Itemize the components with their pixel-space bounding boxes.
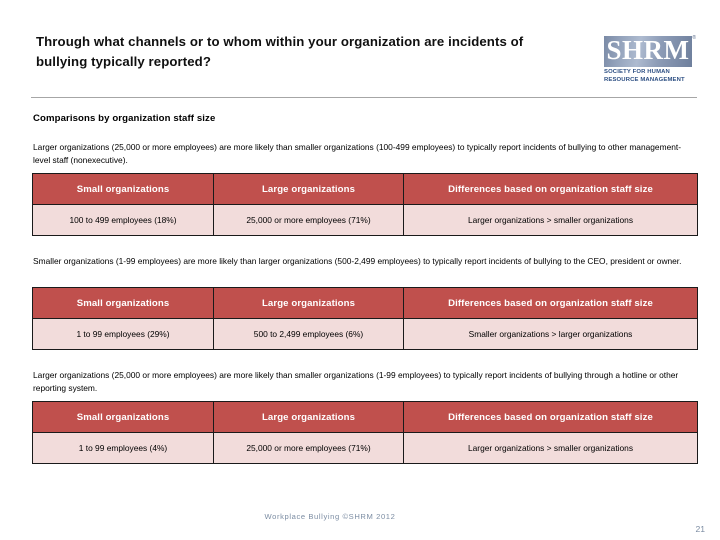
comparison-table-3: Small organizations Large organizations … <box>32 401 698 464</box>
comparison-intro-3: Larger organizations (25,000 or more emp… <box>33 370 679 393</box>
table-header-row: Small organizations Large organizations … <box>32 287 698 319</box>
table-row: 100 to 499 employees (18%) 25,000 or mor… <box>32 204 698 236</box>
section-heading: Comparisons by organization staff size <box>33 113 216 124</box>
cell-differences: Larger organizations > smaller organizat… <box>403 432 698 464</box>
shrm-logo-subtitle: Society for Human Resource Management <box>604 69 685 83</box>
cell-large-organizations: 500 to 2,499 employees (6%) <box>213 318 404 350</box>
column-header-large-organizations: Large organizations <box>213 173 404 205</box>
comparison-intro-1: Larger organizations (25,000 or more emp… <box>33 142 681 165</box>
column-header-differences: Differences based on organization staff … <box>403 401 698 433</box>
page-number: 21 <box>695 524 705 534</box>
slide-canvas: Through what channels or to whom within … <box>0 0 720 540</box>
table-header-row: Small organizations Large organizations … <box>32 173 698 205</box>
cell-small-organizations: 1 to 99 employees (29%) <box>32 318 214 350</box>
shrm-logo-mark: SHRM ® <box>604 35 696 67</box>
comparison-table-1: Small organizations Large organizations … <box>32 173 698 236</box>
cell-differences: Larger organizations > smaller organizat… <box>403 204 698 236</box>
table-row: 1 to 99 employees (4%) 25,000 or more em… <box>32 432 698 464</box>
cell-large-organizations: 25,000 or more employees (71%) <box>213 432 404 464</box>
header-divider <box>31 97 697 98</box>
column-header-small-organizations: Small organizations <box>32 173 214 205</box>
column-header-small-organizations: Small organizations <box>32 401 214 433</box>
column-header-large-organizations: Large organizations <box>213 287 404 319</box>
cell-differences: Smaller organizations > larger organizat… <box>403 318 698 350</box>
registered-trademark-icon: ® <box>692 35 696 41</box>
comparison-table-2: Small organizations Large organizations … <box>32 287 698 350</box>
column-header-differences: Differences based on organization staff … <box>403 287 698 319</box>
column-header-small-organizations: Small organizations <box>32 287 214 319</box>
cell-large-organizations: 25,000 or more employees (71%) <box>213 204 404 236</box>
page-title: Through what channels or to whom within … <box>36 34 524 70</box>
table-header-row: Small organizations Large organizations … <box>32 401 698 433</box>
column-header-large-organizations: Large organizations <box>213 401 404 433</box>
shrm-logo: SHRM ® Society for Human Resource Manage… <box>604 35 696 86</box>
shrm-logo-wordmark: SHRM <box>606 35 690 65</box>
cell-small-organizations: 100 to 499 employees (18%) <box>32 204 214 236</box>
comparison-intro-2: Smaller organizations (1-99 employees) a… <box>33 256 682 266</box>
cell-small-organizations: 1 to 99 employees (4%) <box>32 432 214 464</box>
column-header-differences: Differences based on organization staff … <box>403 173 698 205</box>
footer-citation: Workplace Bullying ©SHRM 2012 <box>264 512 396 521</box>
slide-header: Through what channels or to whom within … <box>0 0 720 98</box>
table-row: 1 to 99 employees (29%) 500 to 2,499 emp… <box>32 318 698 350</box>
